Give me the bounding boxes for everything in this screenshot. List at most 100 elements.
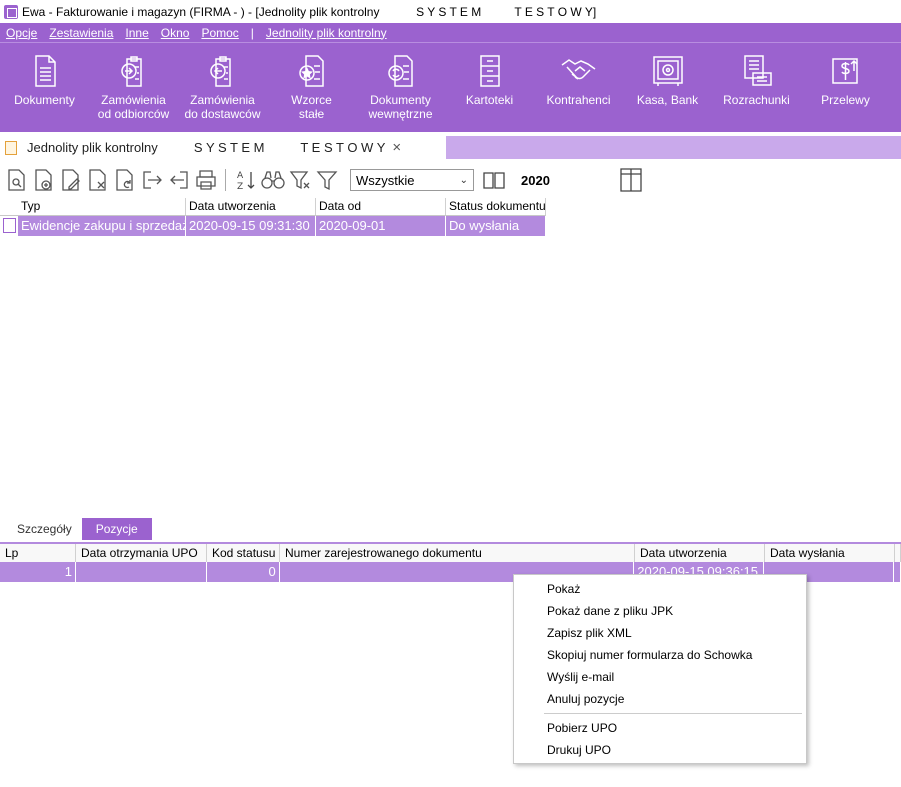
menu-item-wyslij-email[interactable]: Wyślij e-mail [514,666,806,688]
checkbox-icon [3,218,16,233]
menu-bar: Opcje Zestawienia Inne Okno Pomoc | Jedn… [0,23,901,42]
menu-item-zapisz-xml[interactable]: Zapisz plik XML [514,622,806,644]
menu-item-pobierz-upo[interactable]: Pobierz UPO [514,717,806,739]
tab-pozycje[interactable]: Pozycje [81,518,152,540]
document-tab-strip: Jednolity plik kontrolny S Y S T E M T E… [0,136,901,159]
column-header-data-utworzenia[interactable]: Data utworzenia [186,198,316,216]
filter-settings-icon[interactable] [286,165,313,195]
menu-inne[interactable]: Inne [125,26,148,40]
ribbon-zamowienia-dostawcow-button[interactable]: Zamówienia do dostawców [178,43,267,133]
column-header-kod-statusu[interactable]: Kod statusu [207,544,280,562]
menu-okno[interactable]: Okno [161,26,190,40]
column-header-data-upo[interactable]: Data otrzymania UPO [76,544,207,562]
template-star-icon [298,55,324,87]
cell-lp: 1 [0,562,76,582]
cell-s [894,562,901,582]
ribbon-label-line1: Przelewy [821,93,870,107]
bottom-tabs: Szczegóły Pozycje [0,518,152,540]
tab-szczegoly[interactable]: Szczegóły [0,518,82,540]
column-header-data-od[interactable]: Data od [316,198,446,216]
cell-data-utworzenia: 2020-09-15 09:31:30 [186,216,316,236]
ribbon-label-line2: stałe [298,107,325,121]
column-header-numer[interactable]: Numer zarejestrowanego dokumentu [280,544,635,562]
menu-separator [544,713,802,714]
ribbon-label-line2: do dostawców [184,107,261,121]
cabinet-icon [479,55,500,87]
menu-item-anuluj-pozycje[interactable]: Anuluj pozycje [514,688,806,710]
status-filter-value: Wszystkie [356,172,415,188]
ribbon-przelewy-button[interactable]: Przelewy [801,43,890,133]
handshake-icon [561,59,595,80]
tab-jpk[interactable]: Jednolity plik kontrolny S Y S T E M T E… [0,136,446,159]
svg-text:A: A [237,171,244,181]
ribbon: Dokumenty Zamówienia od odbiorców Zamówie… [0,42,901,132]
ribbon-label-line2: od odbiorców [97,107,170,121]
columns-icon[interactable] [618,165,645,195]
document-tab-icon [5,140,17,155]
menu-jpk[interactable]: Jednolity plik kontrolny [266,26,387,40]
ribbon-kartoteki-button[interactable]: Kartoteki [445,43,534,133]
close-icon[interactable]: × [392,139,401,156]
ribbon-label-line1: Zamówienia [190,93,255,107]
ribbon-label-line1: Kasa, Bank [636,93,699,107]
binoculars-icon[interactable] [259,165,286,195]
menu-item-pokaz-dane-jpk[interactable]: Pokaż dane z pliku JPK [514,600,806,622]
document-icon [34,55,56,87]
menu-zestawienia[interactable]: Zestawienia [49,26,113,40]
menu-item-pokaz[interactable]: Pokaż [514,578,806,600]
menu-separator: | [250,25,254,40]
transfer-dollar-icon [831,58,858,84]
ribbon-label-line2: wewnętrzne [368,107,433,121]
ribbon-dokumenty-button[interactable]: Dokumenty [0,43,89,133]
ribbon-dokumenty-wewnetrzne-button[interactable]: Dokumenty wewnętrzne [356,43,445,133]
ribbon-label-line1: Wzorce [291,93,332,107]
header-spacer [0,198,18,216]
context-menu: Pokaż Pokaż dane z pliku JPK Zapisz plik… [513,574,807,764]
column-header-data-wyslania[interactable]: Data wysłania [765,544,895,562]
safe-icon [652,56,683,86]
menu-item-drukuj-upo[interactable]: Drukuj UPO [514,739,806,761]
export-icon[interactable] [138,165,165,195]
table-row[interactable]: Ewidencje zakupu i sprzedaży 2020-09-15 … [0,216,546,236]
filter-icon[interactable] [313,165,340,195]
book-icon[interactable] [480,165,507,195]
menu-pomoc[interactable]: Pomoc [201,26,238,40]
preview-document-icon[interactable] [3,165,30,195]
ribbon-wzorce-button[interactable]: Wzorce stałe [267,43,356,133]
column-header-lp[interactable]: Lp [0,544,76,562]
edit-document-icon[interactable] [57,165,84,195]
sort-az-icon[interactable]: AZ [232,165,259,195]
settlement-icon [743,55,772,86]
clipboard-out-icon [209,56,231,87]
ribbon-kontrahenci-button[interactable]: Kontrahenci [534,43,623,133]
add-document-icon[interactable] [30,165,57,195]
column-header-s[interactable]: S [895,544,901,562]
ribbon-label-line1: Dokumenty [370,93,431,107]
menu-item-skopiuj-numer[interactable]: Skopiuj numer formularza do Schowka [514,644,806,666]
chevron-down-icon: ⌄ [459,174,468,186]
column-header-data-utworzenia[interactable]: Data utworzenia [635,544,765,562]
row-checkbox[interactable] [0,216,18,236]
print-icon[interactable] [192,165,219,195]
cell-data-upo [76,562,207,582]
status-filter-select[interactable]: Wszystkie ⌄ [350,169,474,191]
toolbar-separator [225,169,226,191]
cell-status: Do wysłania [446,216,546,236]
column-header-typ[interactable]: Typ [18,198,186,216]
ribbon-rozrachunki-button[interactable]: Rozrachunki [712,43,801,133]
menu-opcje[interactable]: Opcje [6,26,37,40]
column-header-status[interactable]: Status dokumentu [446,198,546,216]
ribbon-kasa-bank-button[interactable]: Kasa, Bank [623,43,712,133]
ribbon-label-line1: Rozrachunki [723,93,790,107]
year-label: 2020 [521,172,550,188]
refresh-document-icon[interactable] [111,165,138,195]
cell-kod-statusu: 0 [207,562,280,582]
delete-document-icon[interactable] [84,165,111,195]
cell-typ: Ewidencje zakupu i sprzedaży [18,216,186,236]
ribbon-label-line1: Zamówienia [101,93,166,107]
ribbon-zamowienia-odbiorcow-button[interactable]: Zamówienia od odbiorców [89,43,178,133]
window-titlebar: Ewa - Fakturowanie i magazyn (FIRMA - ) … [0,0,901,23]
ribbon-label-line1: Dokumenty [14,93,75,107]
table-header: Lp Data otrzymania UPO Kod statusu Numer… [0,542,901,562]
import-icon[interactable] [165,165,192,195]
